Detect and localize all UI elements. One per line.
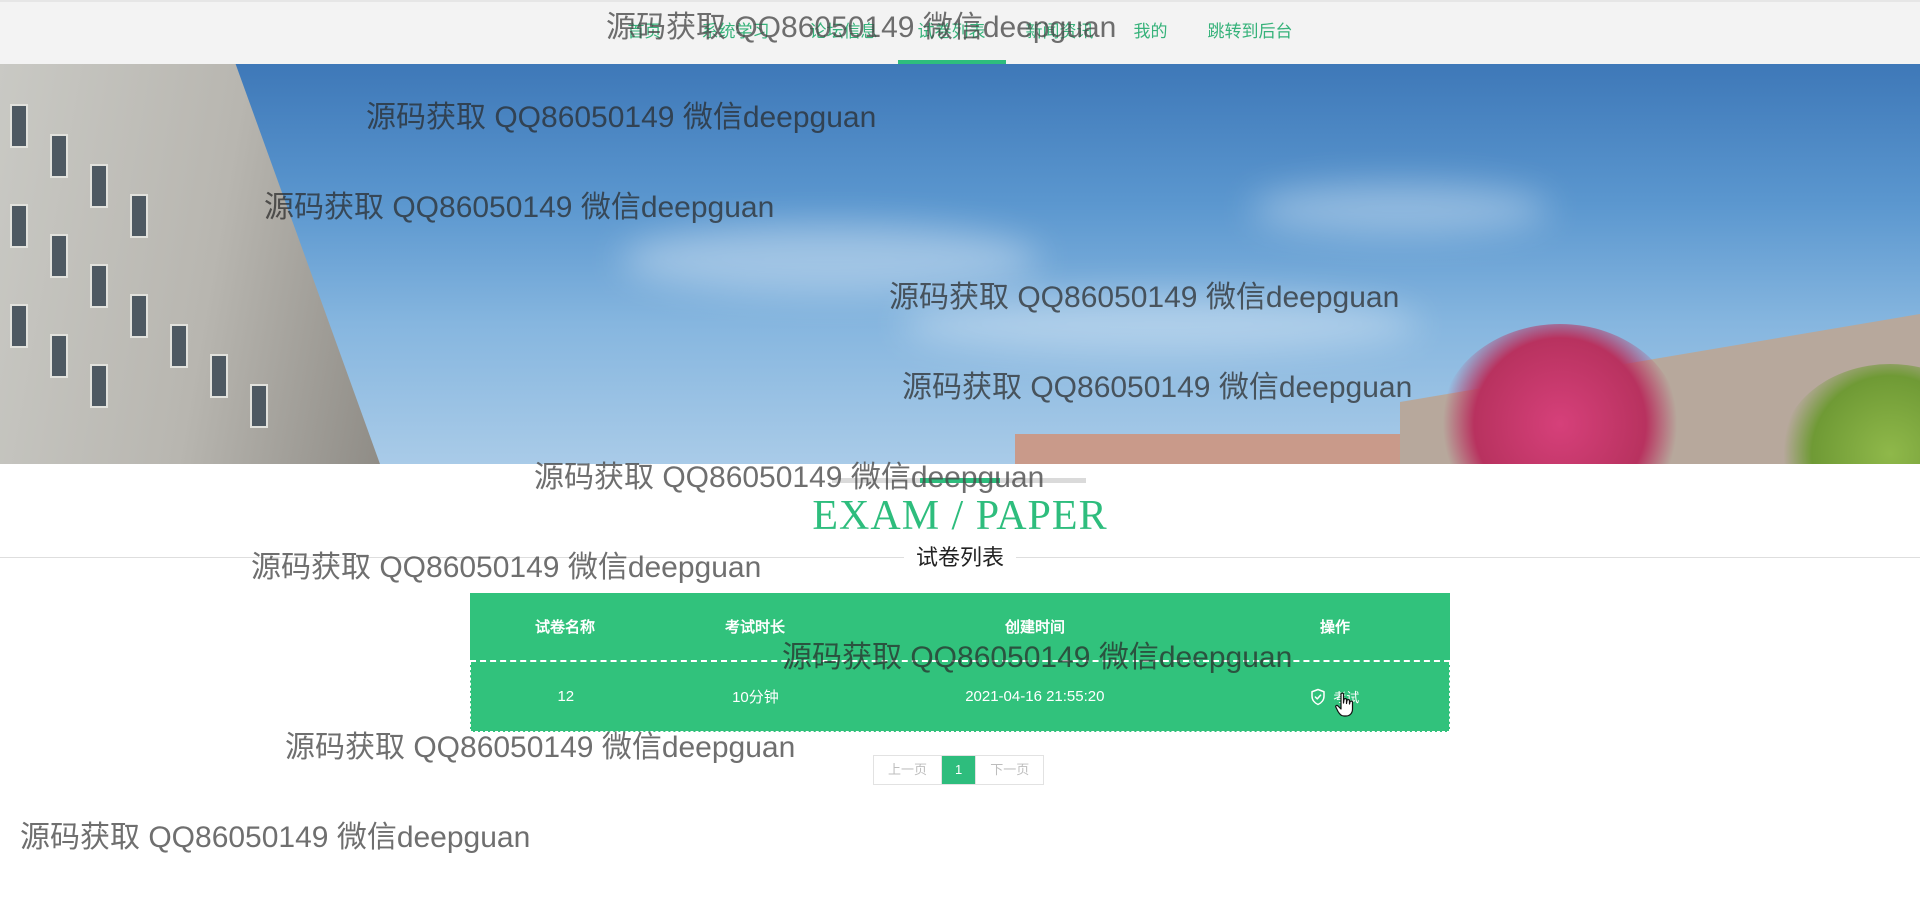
- header-created: 创建时间: [1004, 619, 1065, 636]
- cell-duration: 10分钟: [732, 689, 779, 706]
- watermark-text: 源码获取 QQ86050149 微信deepguan: [20, 821, 531, 854]
- table-row: 12 10分钟 2021-04-16 21:55:20 考试: [470, 662, 1450, 732]
- building-left: [0, 64, 380, 464]
- nav-item-forum[interactable]: 论坛信息: [790, 0, 898, 64]
- header-action: 操作: [1319, 619, 1350, 636]
- nav-item-exam-list[interactable]: 试卷列表: [897, 0, 1006, 64]
- page: 首页 系统学习 论坛信息 试卷列表 新闻资讯 我的 跳转到后台 EXAM / P…: [0, 0, 1920, 912]
- pagination: 上一页 1 下一页: [873, 755, 1045, 785]
- section-title-en: EXAM / PAPER: [812, 493, 1108, 539]
- flower-tree: [1440, 324, 1680, 464]
- exam-table: 试卷名称 考试时长 创建时间 操作 12 10分钟 2021-04-16 21:…: [470, 593, 1450, 732]
- hand-pointer-icon: [1335, 692, 1354, 717]
- nav-item-study[interactable]: 系统学习: [682, 0, 790, 64]
- section-title-cn: 试卷列表: [903, 542, 1016, 574]
- header-name: 试卷名称: [534, 619, 595, 636]
- header-duration: 考试时长: [724, 619, 785, 636]
- cell-name: 12: [557, 688, 575, 705]
- shield-check-icon: [1311, 688, 1325, 705]
- prev-page-button[interactable]: 上一页: [874, 756, 943, 784]
- banner-image: [0, 64, 1920, 464]
- nav-item-admin[interactable]: 跳转到后台: [1188, 0, 1313, 64]
- cell-created: 2021-04-16 21:55:20: [965, 688, 1105, 705]
- table-header: 试卷名称 考试时长 创建时间 操作: [470, 593, 1450, 662]
- building-center: [1015, 434, 1435, 464]
- title-decoration-accent: [920, 478, 1000, 483]
- nav-item-news[interactable]: 新闻资讯: [1006, 0, 1114, 64]
- next-page-button[interactable]: 下一页: [976, 756, 1043, 784]
- nav-item-home[interactable]: 首页: [608, 0, 682, 64]
- main-nav: 首页 系统学习 论坛信息 试卷列表 新闻资讯 我的 跳转到后台: [0, 0, 1920, 64]
- nav-item-mine[interactable]: 我的: [1114, 0, 1188, 64]
- page-1-button[interactable]: 1: [942, 756, 977, 784]
